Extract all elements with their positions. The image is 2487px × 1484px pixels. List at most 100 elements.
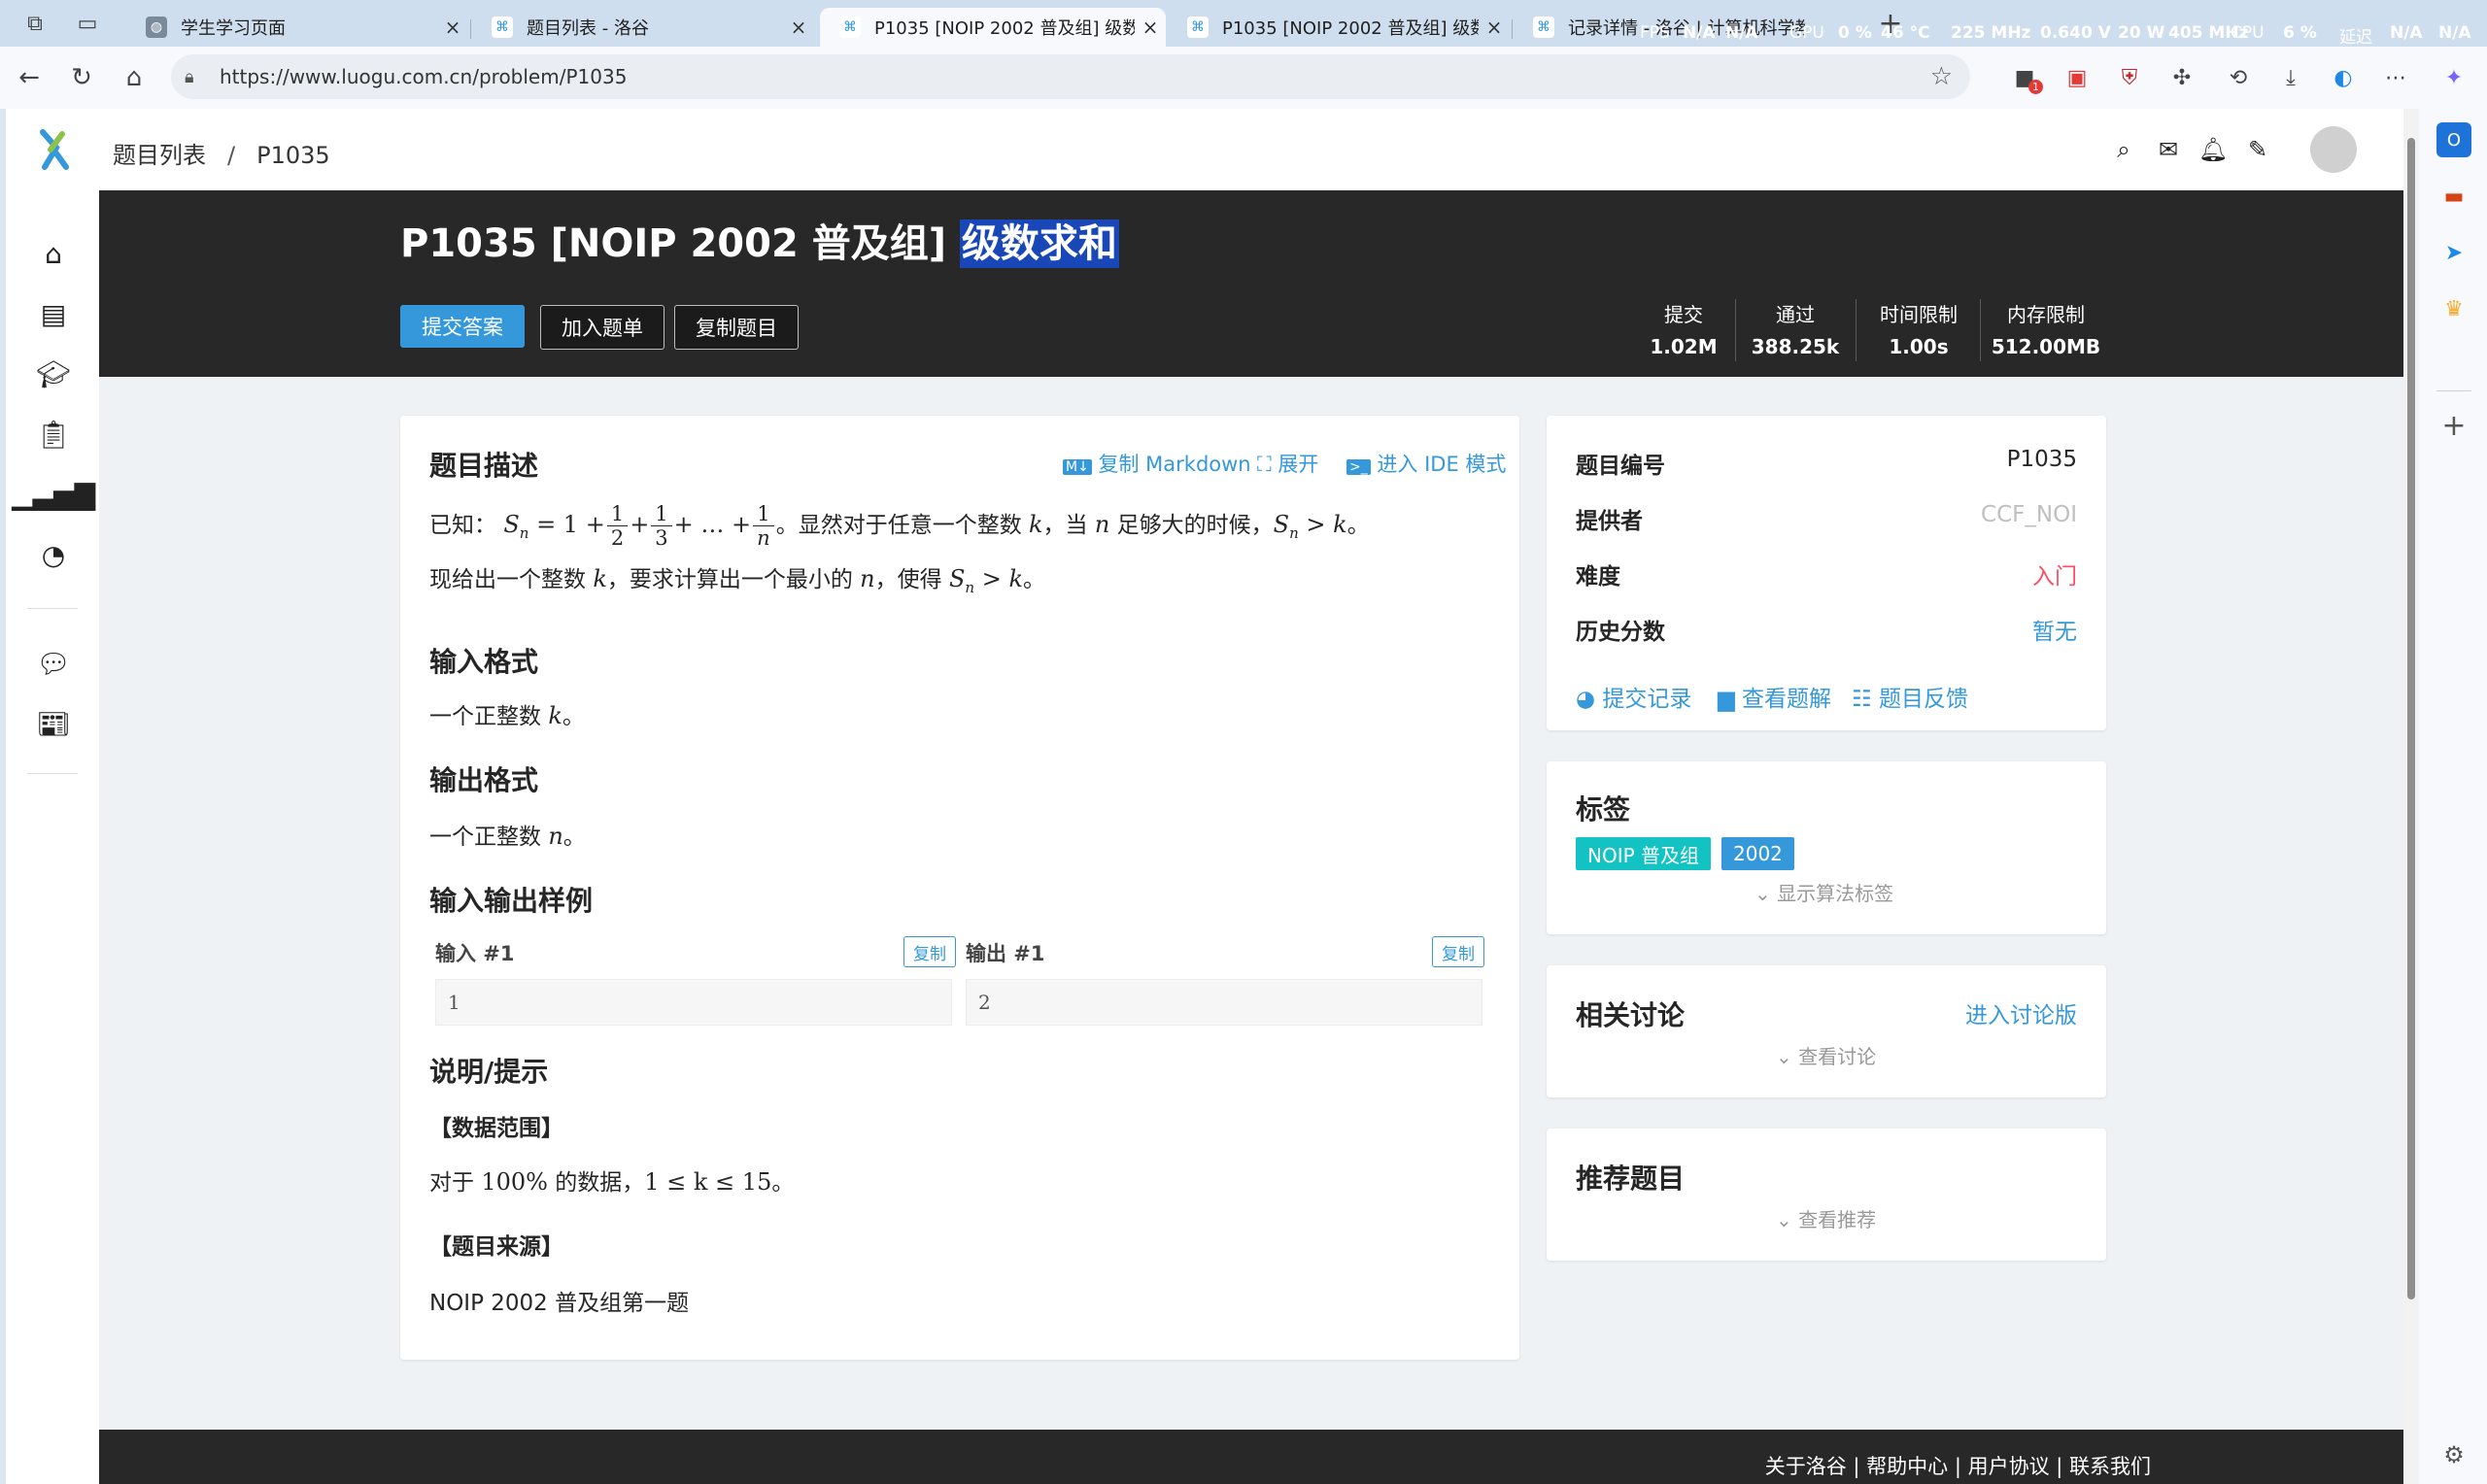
shield-icon[interactable]: ⛨ [2112, 60, 2147, 95]
sample-output-box[interactable]: 2 [966, 979, 1482, 1026]
difficulty-value: 入门 [2032, 564, 2077, 590]
scrollbar-thumb[interactable] [2407, 138, 2415, 1299]
bar-chart-icon[interactable]: ▁▃▅▇ [12, 474, 95, 515]
close-icon[interactable]: × [1135, 16, 1166, 39]
copy-input-button[interactable]: 复制 [903, 936, 956, 967]
chevron-down-icon: ⌄ [1755, 882, 1771, 905]
expand-icon: ⛶ [1257, 453, 1272, 476]
toolbox-icon[interactable]: ▬ [2436, 179, 2471, 214]
extension-icon[interactable]: ■ 1 [2007, 60, 2043, 95]
browser-essentials-icon[interactable]: ◐ [2326, 60, 2361, 95]
nav-divider [27, 773, 78, 774]
avatar[interactable] [2310, 126, 2357, 173]
send-icon[interactable]: ➤ [2436, 235, 2471, 270]
copy-output-button[interactable]: 复制 [1432, 936, 1484, 967]
chat-icon[interactable]: 💬︎ [33, 643, 74, 684]
nav-divider [27, 608, 78, 609]
view-solutions-link[interactable]: ▆ 查看题解 [1718, 680, 1831, 713]
tab-p1035-active[interactable]: ⌘ P1035 [NOIP 2002 普及组] 级数求和 - 洛谷 × [820, 8, 1166, 47]
book-icon[interactable]: ▤ [33, 293, 74, 334]
workspaces-icon[interactable]: ⧉ [14, 2, 56, 45]
tag-noip-junior[interactable]: NOIP 普及组 [1576, 837, 1712, 870]
markdown-icon: M↓ [1063, 459, 1092, 475]
browser-sidebar: O ▬ ➤ ♛ + ⚙ [2419, 109, 2487, 1484]
more-menu-icon[interactable]: ⋯ [2378, 60, 2413, 95]
copy-markdown-link[interactable]: M↓ 复制 Markdown [1063, 449, 1251, 478]
discussion-heading: 相关讨论 [1576, 999, 1686, 1031]
settings-gear-icon[interactable]: ⚙ [2436, 1437, 2471, 1472]
input-format-heading: 输入格式 [429, 646, 539, 678]
outlook-icon[interactable]: O [2436, 122, 2471, 157]
close-icon[interactable]: × [783, 16, 814, 39]
favorite-star-icon[interactable]: ☆ [1930, 62, 1953, 91]
problem-feedback-link[interactable]: ☷ 题目反馈 [1852, 680, 1968, 713]
copilot-icon[interactable]: ✦ [2436, 60, 2471, 95]
close-icon[interactable]: × [1479, 16, 1510, 39]
breadcrumb-problem-list[interactable]: 题目列表 [113, 142, 206, 169]
left-navigation: ⌂ ▤ 🎓︎ 📋︎ ▁▃▅▇ ◔ 💬︎ 📰︎ [6, 190, 99, 1484]
refresh-icon[interactable]: ↻ [60, 56, 103, 99]
overlay-cpu-value: 6 % [2283, 23, 2317, 43]
split-screen-icon[interactable]: ▣ [2060, 60, 2095, 95]
description-line-1: 已知： Sn = 1 +1 2 +1 3 + … +1 n 。显然对于任意一个整数 k，当 … [429, 502, 1370, 550]
ide-mode-link[interactable]: >_ 进入 IDE 模式 [1346, 449, 1506, 478]
bell-icon[interactable]: 🔔︎ [2196, 132, 2231, 167]
add-sidebar-icon[interactable]: + [2436, 408, 2471, 443]
pen-icon[interactable]: ✎ [2240, 132, 2275, 167]
breadcrumb-separator: / [227, 142, 236, 169]
home-browser-icon[interactable]: ⌂ [113, 56, 155, 99]
copy-problem-button[interactable]: 复制题目 [674, 305, 799, 350]
show-algorithm-tags[interactable]: ⌄ 显示算法标签 [1755, 878, 1893, 906]
close-icon[interactable]: × [437, 16, 468, 39]
games-icon[interactable]: ♛ [2436, 291, 2471, 326]
page-scrollbar[interactable] [2403, 109, 2419, 1484]
tab-student-page[interactable]: ◍ 学生学习页面 × [126, 8, 468, 47]
mail-icon[interactable]: ✉ [2151, 132, 2186, 167]
graduation-icon[interactable]: 🎓︎ [33, 354, 74, 394]
luogu-logo[interactable] [35, 128, 74, 171]
add-to-list-button[interactable]: 加入题单 [540, 305, 664, 350]
puzzle-icon[interactable]: ✣ [2164, 60, 2199, 95]
back-icon[interactable]: ← [8, 56, 51, 99]
url-bar[interactable]: 🔒︎ https://www.luogu.com.cn/problem/P103… [171, 54, 1970, 99]
pie-chart-icon[interactable]: ◔ [33, 534, 74, 575]
view-discussion[interactable]: ⌄ 查看讨论 [1776, 1041, 1876, 1069]
overlay-power: 20 W [2118, 23, 2165, 43]
clipboard-icon[interactable]: 📋︎ [33, 414, 74, 455]
provider-link[interactable]: CCF_NOI [1981, 502, 2077, 527]
fraction-1-n: 1n [753, 502, 774, 550]
view-recommend[interactable]: ⌄ 查看推荐 [1776, 1204, 1876, 1232]
overlay-gpu-clock: 225 MHz [1951, 23, 2031, 43]
tab-problem-list[interactable]: ⌘ 题目列表 - 洛谷 × [472, 8, 814, 47]
footer-links[interactable]: 关于洛谷 | 帮助中心 | 用户协议 | 联系我们 [1765, 1451, 2151, 1480]
overlay-temp: 46 °C [1881, 23, 1930, 43]
submit-answer-button[interactable]: 提交答案 [400, 305, 525, 348]
home-icon[interactable]: ⌂ [33, 233, 74, 274]
input-format-text: 一个正整数 k。 [429, 702, 585, 729]
discussion-card: 相关讨论 进入讨论版 ⌄ 查看讨论 [1547, 965, 2106, 1097]
luogu-favicon-icon: ⌘ [1187, 17, 1209, 38]
source-text: NOIP 2002 普及组第一题 [429, 1291, 690, 1316]
overlay-gpu-value: 0 % [1838, 23, 1872, 43]
overlay-fps-label: FPS [1640, 23, 1670, 43]
source-heading: 【题目来源】 [429, 1234, 563, 1260]
globe-icon: ◍ [146, 17, 167, 38]
sample-input-box[interactable]: 1 [435, 979, 952, 1026]
download-icon[interactable]: ⤓ [2273, 60, 2308, 95]
tag-year[interactable]: 2002 [1721, 837, 1794, 870]
submission-records-link[interactable]: ◕ 提交记录 [1576, 680, 1691, 713]
search-icon[interactable]: ⌕ [2106, 132, 2141, 167]
history-icon[interactable]: ⟲ [2221, 60, 2256, 95]
tab-actions-icon[interactable]: ▭ [66, 2, 109, 45]
problem-content-card: 题目描述 M↓ 复制 Markdown ⛶ 展开 >_ 进入 IDE 模式 已知… [400, 416, 1519, 1360]
news-icon[interactable]: 📰︎ [33, 703, 74, 744]
enter-discussion-link[interactable]: 进入讨论版 [1965, 996, 2077, 1029]
data-range-text: 对于 100% 的数据，1 ≤ k ≤ 15。 [429, 1168, 795, 1196]
overlay-voltage: 0.640 V [2040, 23, 2111, 43]
chevron-down-icon: ⌄ [1776, 1208, 1792, 1231]
description-line-2: 现给出一个整数 k，要求计算出一个最小的 n，使得 Sn > k。 [429, 565, 1045, 596]
problem-title-highlight: 级数求和 [959, 219, 1119, 268]
expand-link[interactable]: ⛶ 展开 [1257, 449, 1318, 478]
tab-p1035[interactable]: ⌘ P1035 [NOIP 2002 普及组] 级数求和 - 洛谷 × [1168, 8, 1510, 47]
output-format-heading: 输出格式 [429, 764, 539, 796]
